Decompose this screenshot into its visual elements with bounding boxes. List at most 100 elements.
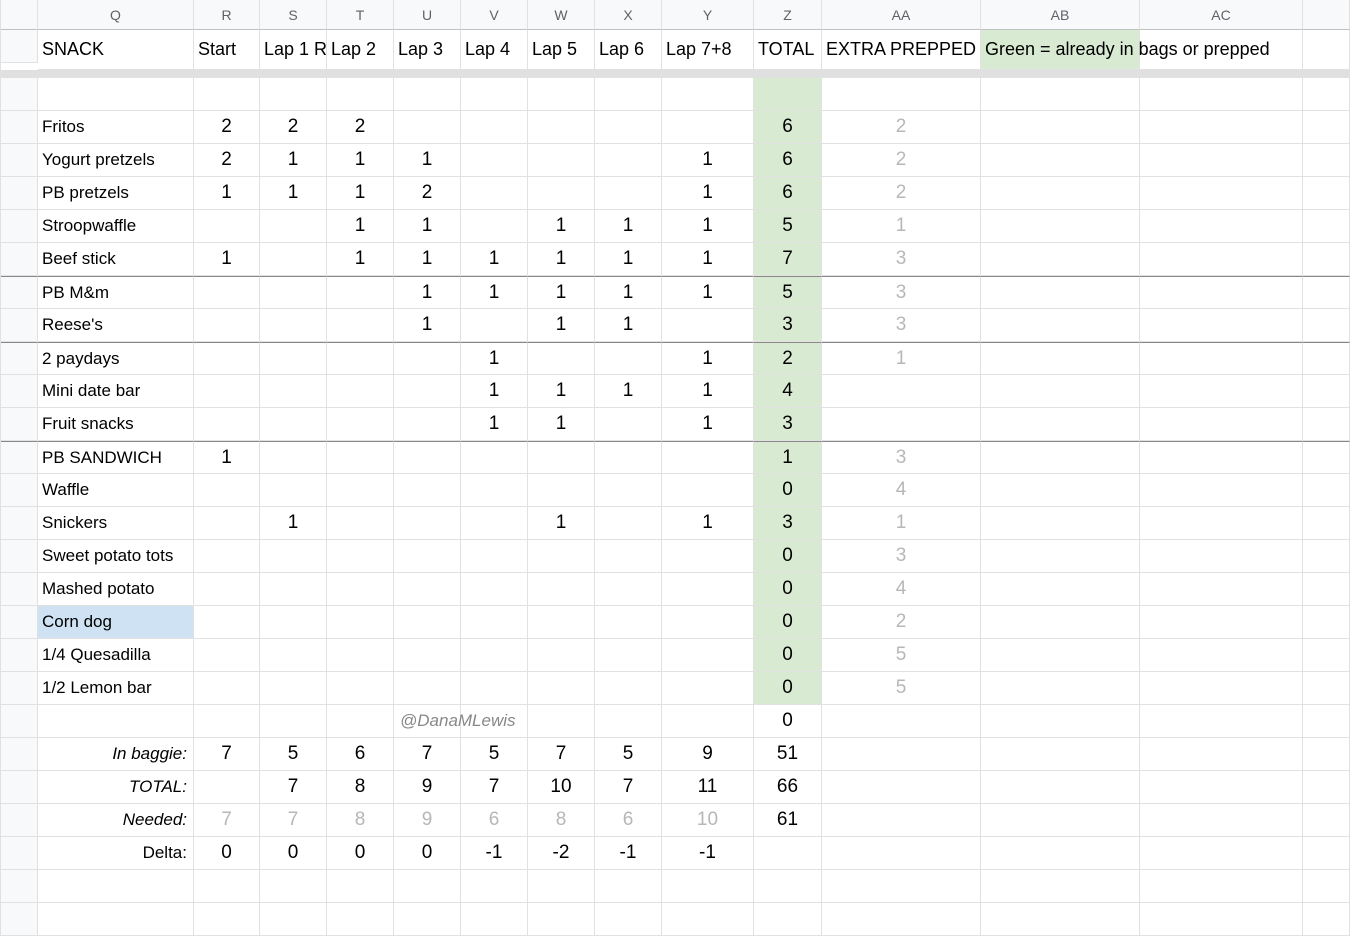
footer-value[interactable]: 9 bbox=[394, 771, 461, 804]
empty-cell[interactable] bbox=[38, 870, 194, 903]
empty-cell[interactable] bbox=[327, 705, 394, 738]
lap-value[interactable] bbox=[327, 573, 394, 606]
lap-value[interactable] bbox=[528, 639, 595, 672]
empty-cell[interactable] bbox=[981, 903, 1140, 936]
footer-value[interactable]: 0 bbox=[194, 837, 260, 870]
empty-cell[interactable] bbox=[981, 639, 1140, 672]
empty-cell[interactable] bbox=[822, 870, 981, 903]
col-header[interactable]: U bbox=[394, 0, 461, 30]
empty-cell[interactable] bbox=[1303, 573, 1350, 606]
snack-name[interactable]: Reese's bbox=[38, 309, 194, 342]
total-value[interactable]: 4 bbox=[754, 375, 822, 408]
lap-value[interactable]: 1 bbox=[662, 276, 754, 309]
extra-value[interactable]: 1 bbox=[822, 210, 981, 243]
snack-name[interactable]: Mashed potato bbox=[38, 573, 194, 606]
empty-cell[interactable] bbox=[1303, 474, 1350, 507]
lap-value[interactable]: 1 bbox=[194, 243, 260, 276]
lap-value[interactable]: 1 bbox=[461, 408, 528, 441]
lap-value[interactable]: 1 bbox=[260, 177, 327, 210]
empty-cell[interactable] bbox=[981, 309, 1140, 342]
empty-cell[interactable] bbox=[1140, 837, 1303, 870]
lap-value[interactable]: 1 bbox=[662, 243, 754, 276]
header-cell[interactable]: Lap 1 R bbox=[260, 30, 327, 70]
empty-cell[interactable] bbox=[194, 870, 260, 903]
empty-cell[interactable] bbox=[981, 738, 1140, 771]
empty-cell[interactable] bbox=[1140, 276, 1303, 309]
row-header[interactable] bbox=[1, 309, 38, 342]
empty-cell[interactable] bbox=[1303, 705, 1350, 738]
lap-value[interactable] bbox=[194, 672, 260, 705]
header-cell[interactable]: TOTAL bbox=[754, 30, 822, 70]
empty-cell[interactable] bbox=[754, 78, 822, 111]
header-cell[interactable] bbox=[1303, 30, 1350, 70]
extra-value[interactable] bbox=[822, 408, 981, 441]
lap-value[interactable] bbox=[595, 144, 662, 177]
extra-value[interactable]: 3 bbox=[822, 441, 981, 474]
lap-value[interactable] bbox=[260, 342, 327, 375]
empty-cell[interactable] bbox=[1140, 540, 1303, 573]
lap-value[interactable] bbox=[194, 210, 260, 243]
total-value[interactable]: 6 bbox=[754, 177, 822, 210]
empty-cell[interactable] bbox=[1140, 342, 1303, 375]
empty-cell[interactable] bbox=[394, 78, 461, 111]
footer-value[interactable]: 7 bbox=[595, 771, 662, 804]
lap-value[interactable] bbox=[461, 573, 528, 606]
lap-value[interactable] bbox=[394, 342, 461, 375]
footer-value[interactable]: 8 bbox=[528, 804, 595, 837]
row-header[interactable] bbox=[1, 606, 38, 639]
lap-value[interactable] bbox=[327, 309, 394, 342]
lap-value[interactable] bbox=[194, 276, 260, 309]
empty-cell[interactable] bbox=[38, 78, 194, 111]
lap-value[interactable] bbox=[461, 474, 528, 507]
footer-value[interactable]: 9 bbox=[662, 738, 754, 771]
lap-value[interactable]: 2 bbox=[260, 111, 327, 144]
col-header[interactable] bbox=[1303, 0, 1350, 30]
lap-value[interactable] bbox=[662, 111, 754, 144]
empty-cell[interactable] bbox=[528, 903, 595, 936]
total-value[interactable]: 2 bbox=[754, 342, 822, 375]
col-header[interactable] bbox=[1, 0, 38, 30]
footer-value[interactable]: -1 bbox=[461, 837, 528, 870]
lap-value[interactable]: 1 bbox=[327, 210, 394, 243]
footer-label[interactable]: In baggie: bbox=[38, 738, 194, 771]
lap-value[interactable]: 2 bbox=[194, 144, 260, 177]
lap-value[interactable] bbox=[461, 309, 528, 342]
empty-cell[interactable] bbox=[1140, 78, 1303, 111]
empty-cell[interactable] bbox=[260, 78, 327, 111]
total-value[interactable]: 0 bbox=[754, 540, 822, 573]
lap-value[interactable] bbox=[528, 606, 595, 639]
lap-value[interactable] bbox=[327, 672, 394, 705]
empty-cell[interactable] bbox=[38, 903, 194, 936]
empty-cell[interactable] bbox=[981, 144, 1140, 177]
footer-value[interactable]: -1 bbox=[595, 837, 662, 870]
empty-cell[interactable] bbox=[981, 573, 1140, 606]
empty-cell[interactable] bbox=[981, 375, 1140, 408]
total-value[interactable]: 6 bbox=[754, 111, 822, 144]
empty-cell[interactable] bbox=[1303, 672, 1350, 705]
header-cell[interactable]: EXTRA PREPPED bbox=[822, 30, 981, 70]
empty-cell[interactable] bbox=[260, 903, 327, 936]
row-header[interactable] bbox=[1, 771, 38, 804]
lap-value[interactable]: 2 bbox=[394, 177, 461, 210]
lap-value[interactable] bbox=[662, 573, 754, 606]
empty-cell[interactable] bbox=[461, 870, 528, 903]
snack-name[interactable]: Snickers bbox=[38, 507, 194, 540]
snack-name[interactable]: Yogurt pretzels bbox=[38, 144, 194, 177]
lap-value[interactable] bbox=[595, 342, 662, 375]
row-header[interactable] bbox=[1, 276, 38, 309]
col-header[interactable]: Y bbox=[662, 0, 754, 30]
footer-total[interactable]: 51 bbox=[754, 738, 822, 771]
lap-value[interactable]: 1 bbox=[662, 507, 754, 540]
lap-value[interactable] bbox=[327, 276, 394, 309]
lap-value[interactable]: 1 bbox=[394, 243, 461, 276]
lap-value[interactable]: 1 bbox=[595, 309, 662, 342]
empty-cell[interactable] bbox=[1303, 111, 1350, 144]
footer-value[interactable]: 7 bbox=[394, 738, 461, 771]
col-header[interactable]: Q bbox=[38, 0, 194, 30]
snack-name[interactable]: Corn dog bbox=[38, 606, 194, 639]
empty-cell[interactable] bbox=[1140, 309, 1303, 342]
footer-value[interactable]: 6 bbox=[461, 804, 528, 837]
lap-value[interactable] bbox=[461, 210, 528, 243]
lap-value[interactable] bbox=[327, 474, 394, 507]
lap-value[interactable]: 1 bbox=[194, 177, 260, 210]
